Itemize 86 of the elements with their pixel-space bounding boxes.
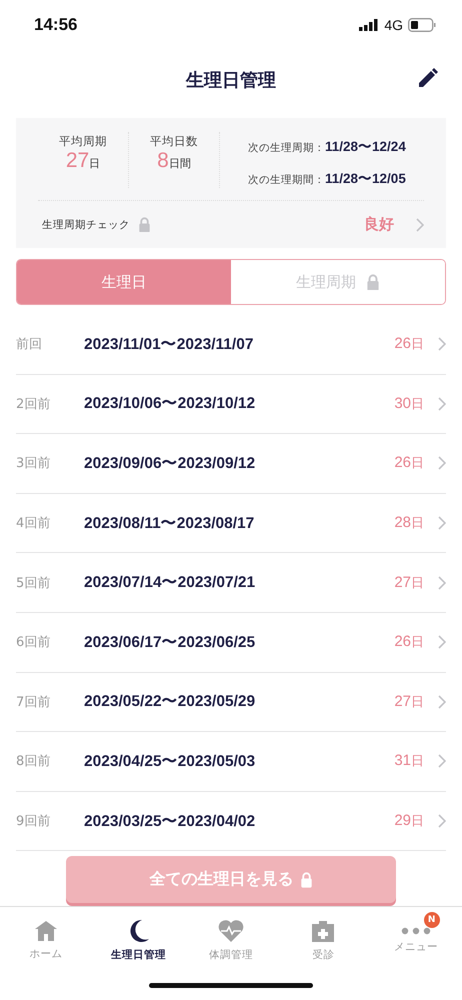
period-range: 2023/09/06〜2023/09/12 — [84, 454, 256, 474]
period-row[interactable]: 9回前 2023/03/25〜2023/04/02 29日 — [16, 792, 446, 852]
nav-label: 体調管理 — [209, 948, 254, 962]
period-row[interactable]: 5回前 2023/07/14〜2023/07/21 27日 — [16, 553, 446, 613]
check-label: 生理周期チェック — [42, 218, 130, 232]
period-range: 2023/08/11〜2023/08/17 — [84, 514, 256, 534]
cycle-days: 26 — [394, 335, 411, 352]
period-row[interactable]: 4回前 2023/08/11〜2023/08/17 28日 — [16, 494, 446, 554]
more-icon — [400, 926, 431, 935]
stat-value: 27 — [66, 149, 90, 173]
days-unit: 日 — [411, 455, 424, 472]
cycle-check-row[interactable]: 生理周期チェック 良好 — [38, 201, 424, 236]
status-time: 14:56 — [34, 15, 78, 35]
check-result: 良好 — [364, 215, 394, 234]
page-title: 生理日管理 — [186, 69, 276, 92]
period-row[interactable]: 2回前 2023/10/06〜2023/10/12 30日 — [16, 374, 446, 434]
period-range: 2023/11/01〜2023/11/07 — [84, 334, 254, 355]
period-ago: 前回 — [16, 336, 43, 354]
period-range: 2023/06/17〜2023/06/25 — [84, 632, 256, 653]
period-row[interactable]: 3回前 2023/09/06〜2023/09/12 26日 — [16, 434, 446, 494]
period-range: 2023/10/06〜2023/10/12 — [84, 394, 256, 414]
cycle-days: 31 — [394, 752, 411, 770]
stat-unit: 日間 — [168, 156, 191, 171]
period-row[interactable]: 6回前 2023/06/17〜2023/06/25 26日 — [16, 612, 446, 673]
next-dates: 11/28〜12/24 — [325, 138, 406, 156]
cycle-days: 28 — [394, 514, 411, 532]
cycle-days: 27 — [394, 574, 411, 591]
chevron-icon — [438, 456, 446, 470]
period-ago: 4回前 — [16, 515, 52, 532]
days-unit: 日 — [411, 574, 424, 592]
period-ago: 8回前 — [16, 753, 52, 770]
chevron-icon — [438, 754, 446, 768]
network-label: 4G — [384, 17, 403, 33]
period-range: 2023/05/22〜2023/05/29 — [84, 692, 256, 712]
period-ago: 2回前 — [16, 396, 52, 413]
next-label: 次の生理期間： — [248, 173, 325, 187]
chevron-icon — [438, 694, 446, 709]
heart-icon — [217, 918, 246, 943]
days-unit: 日 — [411, 396, 424, 413]
signal-icon — [359, 19, 380, 31]
chevron-icon — [438, 576, 446, 590]
nav-label: ホーム — [30, 946, 63, 961]
days-unit: 日 — [411, 515, 424, 532]
nav-label: メニュー — [394, 940, 438, 954]
period-row[interactable]: 前回 2023/11/01〜2023/11/07 26日 — [16, 315, 446, 375]
days-unit: 日 — [411, 694, 424, 711]
next-dates: 11/28〜12/05 — [325, 170, 406, 188]
period-ago: 7回前 — [16, 694, 52, 711]
stat-label: 平均周期 — [59, 134, 107, 149]
days-unit: 日 — [411, 336, 424, 354]
days-unit: 日 — [411, 634, 424, 652]
period-ago: 9回前 — [16, 813, 52, 830]
nav-item[interactable]: 生理日管理 — [92, 907, 185, 974]
cycle-days: 26 — [394, 633, 411, 650]
pencil-icon[interactable] — [416, 68, 438, 90]
stat-value: 8 — [157, 149, 169, 173]
cycle-days: 26 — [394, 454, 411, 472]
battery-icon — [408, 18, 436, 32]
chevron-icon — [438, 635, 446, 650]
nav-label: 生理日管理 — [111, 948, 166, 962]
chevron-icon — [438, 337, 446, 352]
stat-label: 平均日数 — [150, 134, 198, 149]
days-unit: 日 — [411, 753, 424, 770]
chevron-icon — [438, 396, 446, 411]
period-ago: 3回前 — [16, 455, 52, 472]
period-range: 2023/07/14〜2023/07/21 — [84, 573, 256, 594]
cycle-days: 30 — [394, 394, 411, 412]
moon-icon — [128, 918, 150, 943]
medical-bag-icon — [311, 918, 336, 943]
period-range: 2023/04/25〜2023/05/03 — [84, 752, 256, 772]
period-ago: 5回前 — [16, 574, 52, 592]
cycle-days: 27 — [394, 692, 411, 710]
period-ago: 6回前 — [16, 634, 52, 652]
chevron-icon — [438, 814, 446, 828]
next-label: 次の生理周期： — [248, 141, 325, 155]
chevron-icon — [438, 516, 446, 530]
period-row[interactable]: 7回前 2023/05/22〜2023/05/29 27日 — [16, 672, 446, 732]
notification-badge: N — [424, 912, 440, 928]
cycle-days: 29 — [394, 812, 411, 830]
period-range: 2023/03/25〜2023/04/02 — [84, 812, 256, 832]
period-row[interactable]: 8回前 2023/04/25〜2023/05/03 31日 — [16, 732, 446, 792]
home-icon — [34, 920, 58, 942]
days-unit: 日 — [411, 813, 424, 830]
chevron-icon — [416, 218, 424, 232]
stat-unit: 日 — [89, 156, 100, 171]
nav-label: 受診 — [312, 948, 334, 962]
